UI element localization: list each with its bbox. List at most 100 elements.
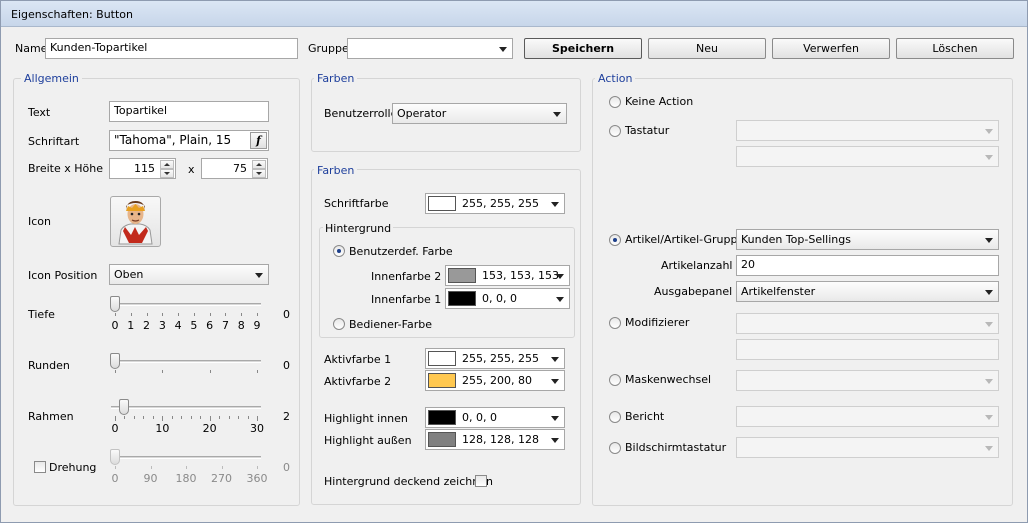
bericht-label: Bericht [625, 410, 665, 423]
slider-tick [115, 370, 116, 373]
save-button[interactable]: Speichern [524, 38, 642, 59]
spin-down-icon[interactable] [252, 169, 266, 178]
slider-thumb[interactable] [119, 399, 130, 415]
drehung-slider[interactable]: 0 90 180 270 360 [109, 446, 269, 488]
ausgabepanel-value: Artikelfenster [741, 285, 816, 298]
slider-track[interactable] [111, 303, 261, 306]
modifizierer-field[interactable] [736, 339, 999, 360]
maskenwechsel-radio[interactable] [609, 374, 621, 386]
deckend-checkbox[interactable] [475, 475, 487, 487]
chevron-down-icon [551, 438, 559, 443]
tastatur-select[interactable] [736, 120, 999, 141]
schriftfarbe-picker[interactable]: 255, 255, 255 [425, 193, 565, 214]
ausgabepanel-select[interactable]: Artikelfenster [736, 281, 999, 302]
slider-track[interactable] [111, 360, 261, 363]
innenfarbe1-value: 0, 0, 0 [482, 292, 517, 305]
icon-chooser-button[interactable] [110, 196, 161, 247]
chevron-down-icon [551, 379, 559, 384]
innenfarbe1-picker[interactable]: 0, 0, 0 [445, 288, 570, 309]
maskenwechsel-select[interactable] [736, 370, 999, 391]
spin-down-icon[interactable] [160, 169, 174, 178]
bildschirmtastatur-radio[interactable] [609, 442, 621, 454]
name-input[interactable]: Kunden-Topartikel [45, 38, 298, 59]
icon-position-value: Oben [114, 268, 144, 281]
benutzerrolle-select[interactable]: Operator [392, 103, 567, 124]
artikel-radio[interactable] [609, 234, 621, 246]
runden-label: Runden [28, 359, 70, 372]
height-value: 75 [233, 162, 247, 175]
slider-tick-label: 2 [143, 319, 151, 332]
runden-slider[interactable] [109, 350, 269, 378]
bediener-label: Bediener-Farbe [349, 318, 432, 331]
innenfarbe2-value: 153, 153, 153 [482, 269, 559, 282]
slider-tick [257, 466, 258, 469]
hl-aussen-value: 128, 128, 128 [462, 433, 539, 446]
chevron-down-icon [985, 379, 993, 384]
gruppe-select[interactable] [347, 38, 513, 59]
slider-thumb[interactable] [110, 353, 120, 369]
artikelanzahl-label: Artikelanzahl [661, 259, 733, 272]
slider-thumb[interactable] [110, 296, 120, 312]
slider-tick [130, 313, 132, 316]
aktiv2-picker[interactable]: 255, 200, 80 [425, 370, 565, 391]
width-spinner[interactable]: 115 [109, 158, 176, 179]
rahmen-value: 2 [283, 410, 290, 423]
new-button[interactable]: Neu [648, 38, 766, 59]
slider-tick [115, 466, 116, 469]
bildschirmtastatur-select[interactable] [736, 437, 999, 458]
aktiv1-value: 255, 255, 255 [462, 352, 539, 365]
color-swatch [428, 373, 456, 388]
size-label: Breite x Höhe [28, 162, 103, 175]
tastatur-radio[interactable] [609, 125, 621, 137]
slider-thumb[interactable] [110, 449, 120, 465]
delete-button[interactable]: Löschen [896, 38, 1014, 59]
height-spinner[interactable]: 75 [201, 158, 268, 179]
font-label: Schriftart [28, 135, 80, 148]
rahmen-slider[interactable]: 0 10 20 30 [109, 396, 269, 438]
chevron-down-icon [255, 273, 263, 278]
slider-tick-label: 3 [158, 319, 166, 332]
artikelanzahl-input[interactable]: 20 [736, 255, 999, 276]
slider-track[interactable] [111, 406, 261, 409]
hintergrund-title: Hintergrund [323, 222, 394, 235]
tastatur-select-2[interactable] [736, 146, 999, 167]
font-field[interactable]: "Tahoma", Plain, 15 f [109, 130, 269, 151]
keine-action-radio[interactable] [609, 96, 621, 108]
text-input[interactable]: Topartikel [109, 101, 269, 122]
drehung-checkbox[interactable] [34, 461, 46, 473]
slider-tick [162, 370, 164, 373]
slider-tick-label: 4 [174, 319, 182, 332]
chevron-down-icon [985, 155, 993, 160]
slider-track[interactable] [111, 456, 261, 459]
discard-button[interactable]: Verwerfen [772, 38, 890, 59]
tiefe-slider[interactable]: 0123456789 [109, 293, 269, 335]
font-picker-button[interactable]: f [250, 132, 267, 149]
benutzerdef-radio[interactable] [333, 245, 345, 257]
aktiv1-picker[interactable]: 255, 255, 255 [425, 348, 565, 369]
artikel-select[interactable]: Kunden Top-Sellings [736, 229, 999, 250]
bildschirmtastatur-label: Bildschirmtastatur [625, 441, 727, 454]
slider-tick-label: 8 [237, 319, 245, 332]
bediener-radio[interactable] [333, 318, 345, 330]
modifizierer-radio[interactable] [609, 317, 621, 329]
rahmen-label: Rahmen [28, 410, 74, 423]
slider-tick-label: 360 [246, 472, 268, 485]
tiefe-value: 0 [283, 308, 290, 321]
slider-tick-label: 1 [127, 319, 135, 332]
bericht-radio[interactable] [609, 411, 621, 423]
hl-innen-picker[interactable]: 0, 0, 0 [425, 407, 565, 428]
hl-aussen-picker[interactable]: 128, 128, 128 [425, 429, 565, 450]
spin-up-icon[interactable] [160, 160, 174, 169]
spin-up-icon[interactable] [252, 160, 266, 169]
innenfarbe2-picker[interactable]: 153, 153, 153 [445, 265, 570, 286]
slider-tick [257, 313, 258, 316]
properties-window: Eigenschaften: Button Name Kunden-Topart… [0, 0, 1028, 523]
maskenwechsel-label: Maskenwechsel [625, 373, 712, 386]
slider-tick [209, 313, 211, 316]
icon-position-select[interactable]: Oben [109, 264, 269, 285]
bericht-select[interactable] [736, 406, 999, 427]
slider-tick [257, 370, 258, 373]
slider-tick [241, 313, 243, 316]
modifizierer-select[interactable] [736, 313, 999, 334]
slider-tick [146, 313, 148, 316]
